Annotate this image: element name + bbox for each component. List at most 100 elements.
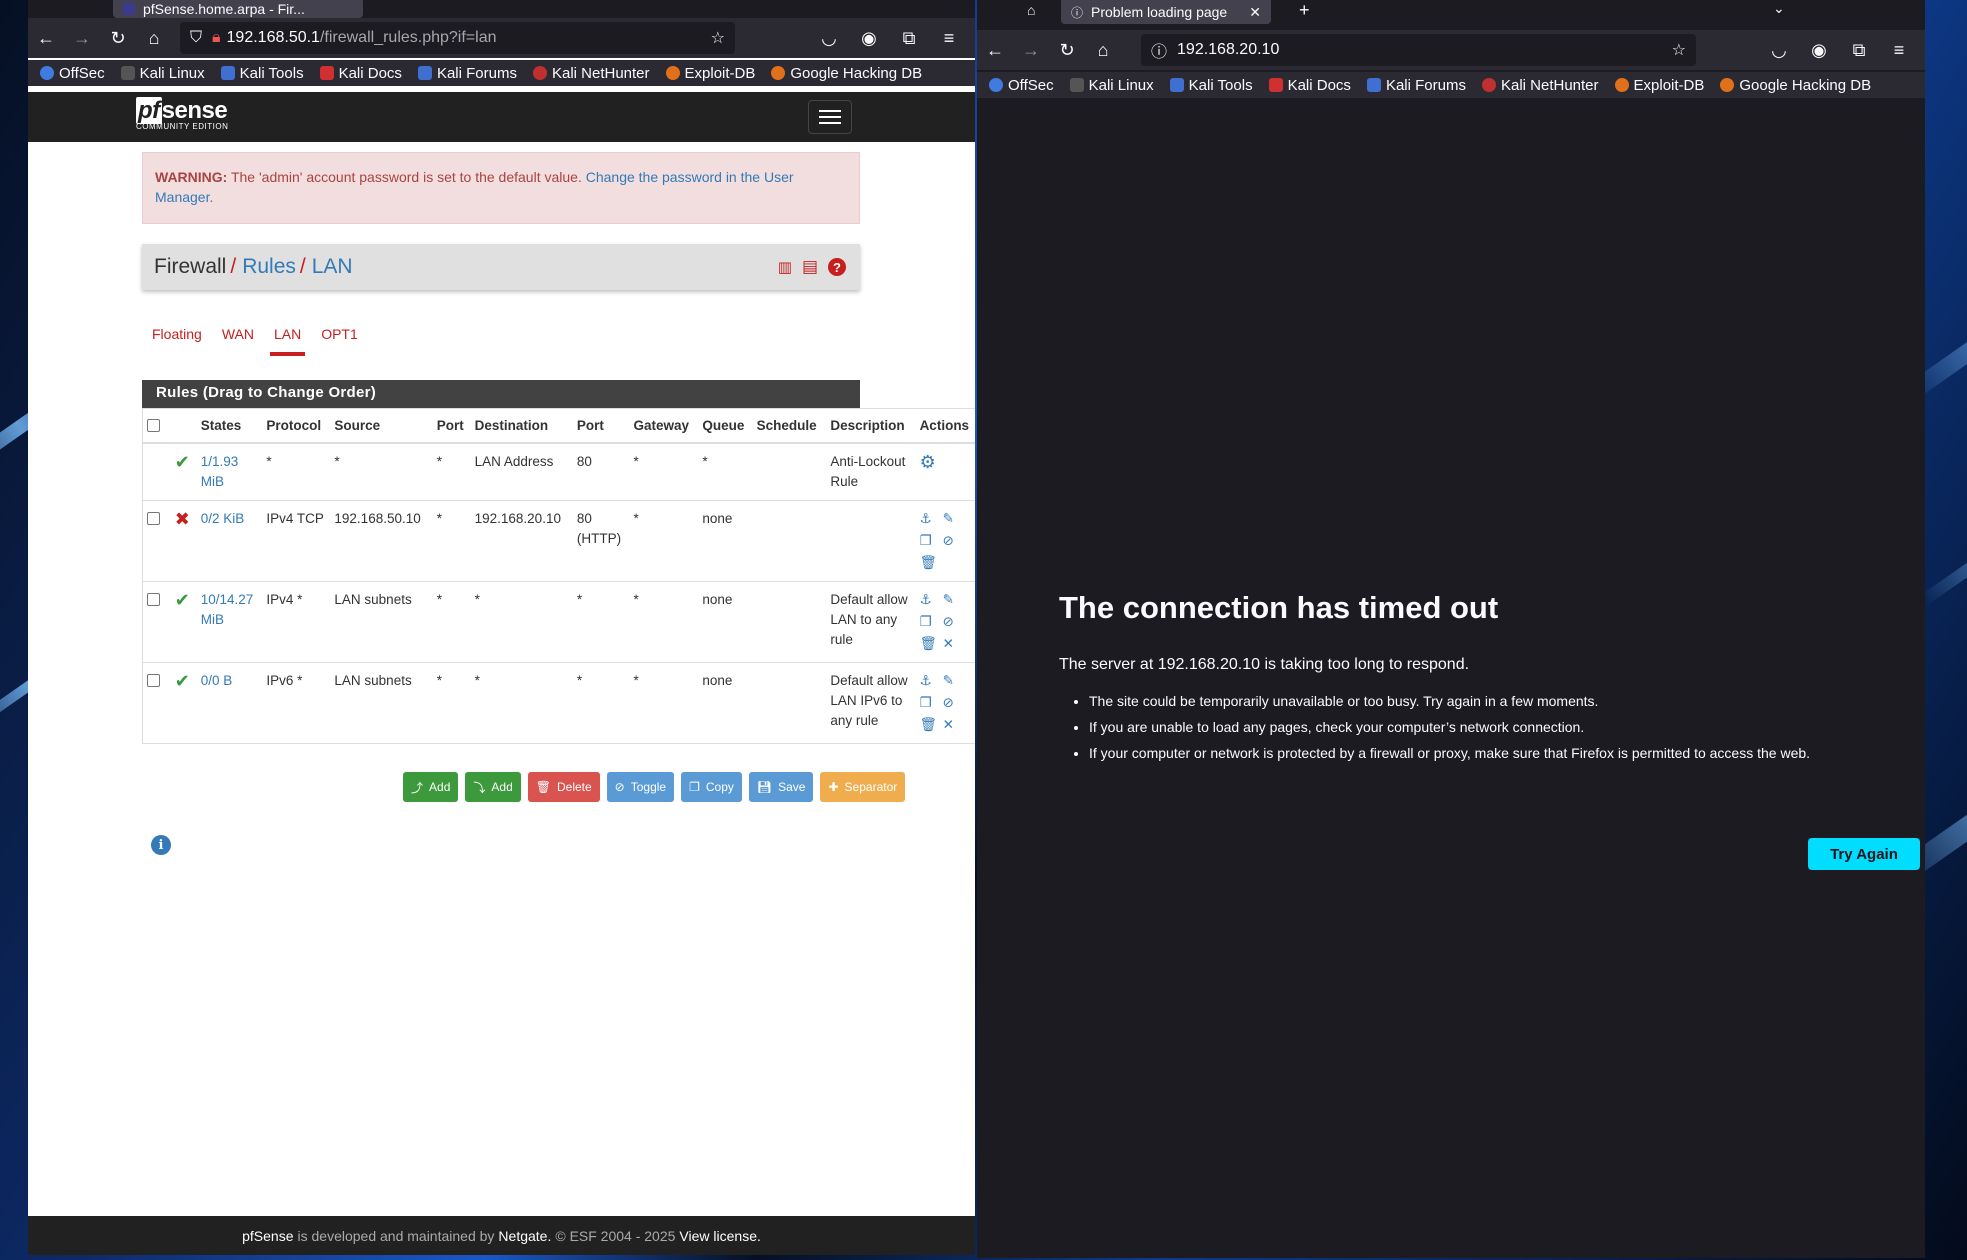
- disable-icon[interactable]: ⊘: [943, 612, 963, 632]
- select-all-checkbox[interactable]: [147, 418, 160, 432]
- chevron-down-icon[interactable]: ⌄: [1773, 0, 1785, 17]
- add-top-button[interactable]: ⤴ Add: [403, 772, 459, 802]
- row-checkbox[interactable]: [147, 593, 160, 606]
- bookmark-item[interactable]: Google Hacking DB: [1720, 77, 1871, 94]
- column-header[interactable]: Schedule: [752, 408, 827, 444]
- hamburger-menu-icon[interactable]: [808, 100, 852, 134]
- trash-icon[interactable]: 🗑︎: [920, 715, 940, 735]
- add-bottom-button[interactable]: ⤵ Add: [465, 772, 521, 802]
- copy-icon[interactable]: ❐: [920, 693, 940, 713]
- column-header[interactable]: Port: [572, 408, 630, 444]
- account-icon[interactable]: ◉: [851, 20, 887, 56]
- back-icon[interactable]: ←: [977, 32, 1013, 68]
- save-button[interactable]: 💾︎ Save: [748, 772, 814, 802]
- anchor-icon[interactable]: ⚓: [920, 671, 940, 691]
- column-header[interactable]: Queue: [698, 408, 753, 444]
- trash-icon[interactable]: 🗑︎: [920, 553, 940, 573]
- account-icon[interactable]: ◉: [1801, 32, 1837, 68]
- back-icon[interactable]: ←: [28, 20, 64, 56]
- tab-lan[interactable]: LAN: [264, 322, 311, 356]
- try-again-button[interactable]: Try Again: [1808, 838, 1920, 870]
- copy-icon[interactable]: ❐: [920, 612, 940, 632]
- anchor-icon[interactable]: ⚓: [920, 509, 940, 529]
- log-list-icon[interactable]: ▤: [802, 257, 818, 277]
- row-checkbox[interactable]: [147, 512, 160, 525]
- bookmark-star-icon[interactable]: ☆: [1672, 40, 1686, 60]
- left-url-bar[interactable]: ⛉ 🔒︎ 192.168.50.1/firewall_rules.php?if=…: [180, 22, 735, 54]
- forward-icon[interactable]: →: [1013, 32, 1049, 68]
- right-active-tab[interactable]: ⓘ Problem loading page ✕: [1061, 0, 1271, 24]
- bookmark-item[interactable]: Kali Tools: [1169, 77, 1253, 94]
- bookmark-item[interactable]: Kali Linux: [1069, 77, 1154, 94]
- chart-icon[interactable]: ▥: [778, 258, 792, 276]
- delete-x-icon[interactable]: ✕: [943, 634, 963, 654]
- table-row[interactable]: ✖ 0/2 KiB IPv4 TCP 192.168.50.10 * 192.1…: [142, 500, 975, 582]
- column-header[interactable]: Actions: [915, 408, 975, 444]
- home-icon[interactable]: ⌂: [136, 20, 172, 56]
- edit-pencil-icon[interactable]: ✎: [943, 590, 963, 610]
- extensions-icon[interactable]: ⧉: [1841, 32, 1877, 68]
- breadcrumb-rules[interactable]: Rules: [242, 255, 296, 279]
- bookmark-item[interactable]: Exploit-DB: [1614, 77, 1704, 94]
- gear-icon[interactable]: ⚙: [920, 452, 936, 472]
- pfsense-logo[interactable]: pfsense COMMUNITY EDITION: [136, 97, 228, 131]
- delete-button[interactable]: 🗑︎ Delete: [527, 772, 600, 802]
- states-link[interactable]: 1/1.93 MiB: [201, 454, 239, 489]
- delete-x-icon[interactable]: ✕: [943, 715, 963, 735]
- column-header[interactable]: Source: [330, 408, 433, 444]
- disable-icon[interactable]: ⊘: [943, 531, 963, 551]
- column-header[interactable]: Description: [826, 408, 916, 444]
- bookmark-item[interactable]: Kali Docs: [319, 65, 402, 82]
- states-link[interactable]: 0/0 B: [201, 673, 233, 688]
- footer-brand[interactable]: pfSense: [242, 1228, 293, 1244]
- view-license-link[interactable]: View license.: [679, 1228, 760, 1244]
- edit-pencil-icon[interactable]: ✎: [943, 509, 963, 529]
- column-header[interactable]: Port: [432, 408, 471, 444]
- bookmark-item[interactable]: Kali Tools: [220, 65, 304, 82]
- separator-button[interactable]: ✚ Separator: [820, 772, 906, 802]
- edit-pencil-icon[interactable]: ✎: [943, 671, 963, 691]
- footer-company[interactable]: Netgate.: [498, 1228, 551, 1244]
- disable-icon[interactable]: ⊘: [943, 693, 963, 713]
- bookmark-item[interactable]: Kali NetHunter: [1481, 77, 1599, 94]
- table-row[interactable]: ✔ 1/1.93 MiB * * * LAN Address 80 * * An…: [142, 442, 975, 501]
- states-link[interactable]: 10/14.27 MiB: [201, 592, 254, 627]
- copy-button[interactable]: ❐ Copy: [681, 772, 742, 802]
- right-url-bar[interactable]: ⓘ 192.168.20.10 ☆: [1141, 34, 1696, 66]
- tab-floating[interactable]: Floating: [142, 322, 212, 356]
- menu-icon[interactable]: ≡: [931, 20, 967, 56]
- tab-list-icon[interactable]: ⌂: [1027, 2, 1035, 18]
- column-header[interactable]: Destination: [470, 408, 573, 444]
- bookmark-item[interactable]: Kali Linux: [120, 65, 205, 82]
- table-row[interactable]: ✔ 10/14.27 MiB IPv4 * LAN subnets * * * …: [142, 581, 975, 663]
- bookmark-item[interactable]: Exploit-DB: [665, 65, 755, 82]
- bookmark-item[interactable]: Kali NetHunter: [532, 65, 650, 82]
- bookmark-star-icon[interactable]: ☆: [711, 28, 725, 48]
- tab-opt1[interactable]: OPT1: [311, 322, 368, 356]
- menu-icon[interactable]: ≡: [1881, 32, 1917, 68]
- bookmark-item[interactable]: Kali Forums: [1366, 77, 1466, 94]
- bookmark-item[interactable]: OffSec: [40, 65, 105, 82]
- reload-icon[interactable]: ↻: [1049, 32, 1085, 68]
- close-tab-icon[interactable]: ✕: [1249, 4, 1261, 21]
- reload-icon[interactable]: ↻: [100, 20, 136, 56]
- bookmark-item[interactable]: OffSec: [989, 77, 1054, 94]
- bookmark-item[interactable]: Kali Docs: [1268, 77, 1351, 94]
- help-icon[interactable]: ?: [828, 258, 846, 276]
- trash-icon[interactable]: 🗑︎: [920, 634, 940, 654]
- extensions-icon[interactable]: ⧉: [891, 20, 927, 56]
- breadcrumb-lan[interactable]: LAN: [312, 255, 353, 279]
- table-row[interactable]: ✔ 0/0 B IPv6 * LAN subnets * * * * none …: [142, 662, 975, 744]
- states-link[interactable]: 0/2 KiB: [201, 511, 245, 526]
- column-header[interactable]: Protocol: [262, 408, 331, 444]
- bookmark-item[interactable]: Google Hacking DB: [771, 65, 922, 82]
- bookmark-item[interactable]: Kali Forums: [417, 65, 517, 82]
- tab-wan[interactable]: WAN: [212, 322, 264, 356]
- row-checkbox[interactable]: [147, 674, 160, 687]
- pocket-icon[interactable]: ◡: [1761, 32, 1797, 68]
- copy-icon[interactable]: ❐: [920, 531, 940, 551]
- column-header[interactable]: Gateway: [629, 408, 699, 444]
- pocket-icon[interactable]: ◡: [811, 20, 847, 56]
- column-header[interactable]: States: [196, 408, 263, 444]
- left-active-tab[interactable]: pfSense.home.arpa - Fir...: [113, 0, 363, 18]
